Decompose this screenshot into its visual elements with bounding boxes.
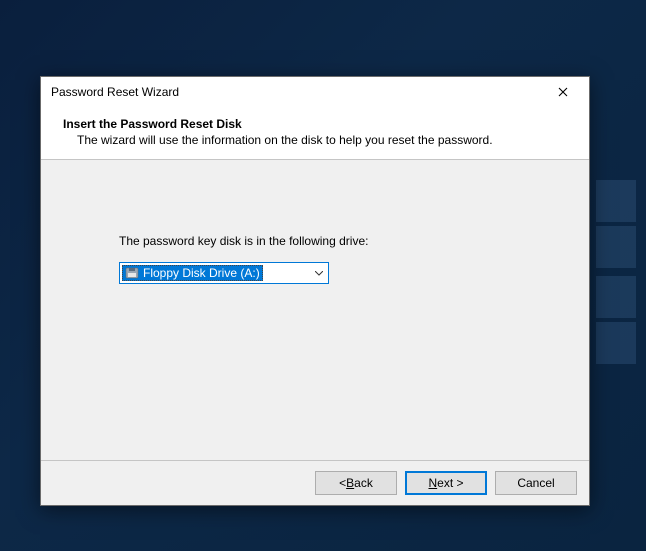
next-button[interactable]: Next > [405, 471, 487, 495]
password-reset-wizard-dialog: Password Reset Wizard Insert the Passwor… [40, 76, 590, 506]
close-button[interactable] [541, 78, 585, 106]
cancel-button[interactable]: Cancel [495, 471, 577, 495]
close-icon [558, 87, 568, 97]
header-title: Insert the Password Reset Disk [63, 117, 571, 131]
drive-select-value: Floppy Disk Drive (A:) [143, 266, 260, 280]
titlebar: Password Reset Wizard [41, 77, 589, 107]
drive-select[interactable]: Floppy Disk Drive (A:) [119, 262, 329, 284]
back-button[interactable]: < Back [315, 471, 397, 495]
header-subtitle: The wizard will use the information on t… [77, 133, 571, 147]
floppy-icon [125, 266, 139, 280]
wizard-footer: < Back Next > Cancel [41, 460, 589, 505]
wizard-header: Insert the Password Reset Disk The wizar… [41, 107, 589, 160]
drive-prompt-label: The password key disk is in the followin… [119, 234, 569, 248]
wizard-body: The password key disk is in the followin… [41, 160, 589, 460]
chevron-down-icon [310, 263, 328, 283]
window-title: Password Reset Wizard [51, 85, 179, 99]
